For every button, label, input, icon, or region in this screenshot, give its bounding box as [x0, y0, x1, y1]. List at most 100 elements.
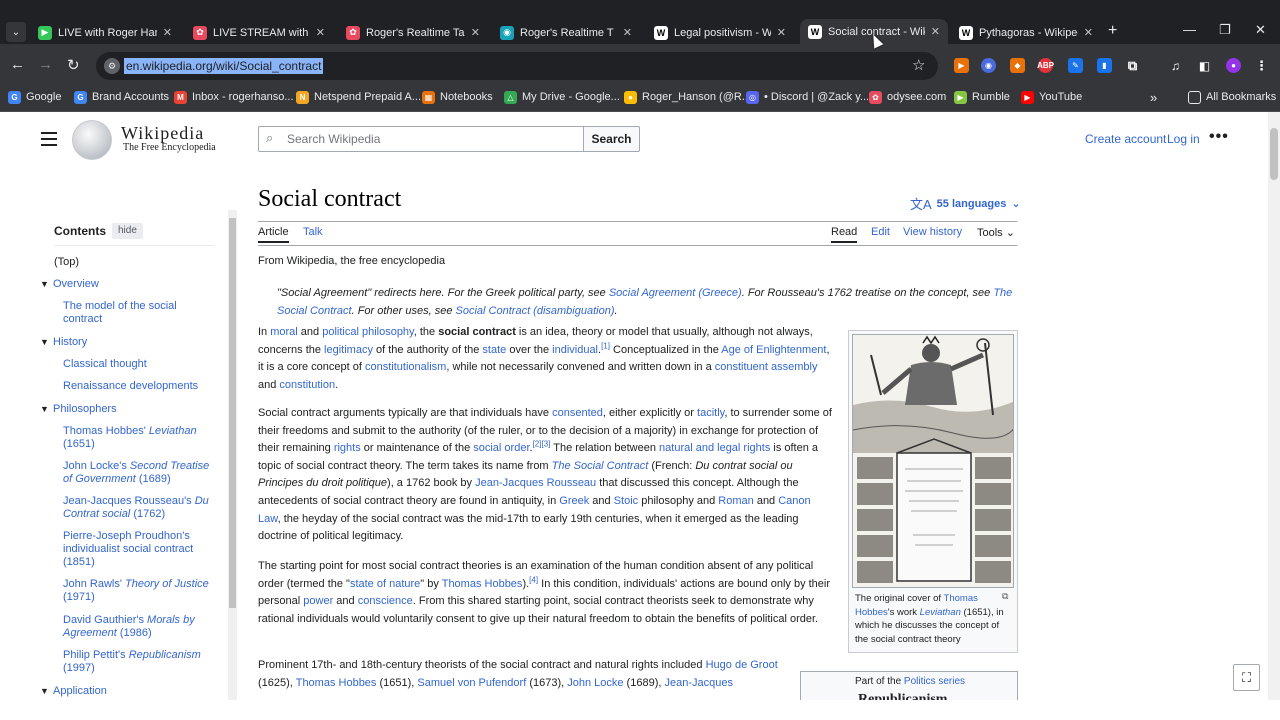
- bookmark-item[interactable]: ▦ Notebooks: [422, 89, 493, 105]
- link[interactable]: consented: [552, 407, 603, 419]
- chevron-down-icon[interactable]: ▼: [40, 279, 53, 289]
- link[interactable]: Roman: [718, 495, 753, 507]
- site-info-icon[interactable]: ⚙: [104, 58, 120, 74]
- link[interactable]: Leviathan: [920, 607, 961, 618]
- toc-section[interactable]: ▼ Overview: [40, 278, 99, 290]
- toc-item[interactable]: Philip Pettit's Republicanism (1997): [63, 649, 215, 675]
- bookmarks-overflow-icon[interactable]: »: [1150, 89, 1157, 105]
- link[interactable]: rights: [334, 442, 361, 454]
- bookmark-item[interactable]: △ My Drive - Google...: [504, 89, 620, 105]
- link[interactable]: state: [482, 344, 506, 356]
- tab-search-chevron-icon[interactable]: ⌄: [6, 22, 26, 42]
- bookmark-item[interactable]: ◎ • Discord | @Zack y...: [746, 89, 869, 105]
- link[interactable]: individual: [552, 344, 598, 356]
- link[interactable]: Age of Enlightenment: [721, 344, 826, 356]
- bookmark-item[interactable]: G Google: [8, 89, 61, 105]
- link[interactable]: Social Agreement (Greece): [609, 287, 742, 299]
- toc-item[interactable]: Renaissance developments: [63, 380, 215, 393]
- toc-item[interactable]: Pierre-Joseph Proudhon's individualist s…: [63, 530, 215, 569]
- link[interactable]: Jean-Jacques: [664, 677, 733, 689]
- link[interactable]: power: [303, 595, 333, 607]
- browser-tab[interactable]: ✿ Roger's Realtime Talks ✕: [338, 21, 488, 44]
- personal-tools-menu-icon[interactable]: •••: [1209, 128, 1229, 146]
- browser-tab[interactable]: W Pythagoras - Wikipedia ✕: [951, 21, 1101, 44]
- link[interactable]: conscience: [358, 595, 413, 607]
- close-window-icon[interactable]: ✕: [1255, 22, 1266, 38]
- log-in-link[interactable]: Log in: [1167, 132, 1200, 146]
- close-tab-icon[interactable]: ✕: [471, 26, 480, 39]
- search-input[interactable]: [287, 131, 577, 147]
- close-tab-icon[interactable]: ✕: [931, 25, 940, 38]
- link[interactable]: social order: [473, 442, 529, 454]
- toc-section[interactable]: ▼ Application: [40, 685, 107, 697]
- link[interactable]: John Locke: [567, 677, 623, 689]
- fullscreen-icon[interactable]: ⛶: [1233, 664, 1260, 691]
- adblock-icon[interactable]: ABP: [1037, 58, 1054, 73]
- bookmark-item[interactable]: ▶ YouTube: [1021, 89, 1082, 105]
- bookmark-item[interactable]: ▶ Rumble: [954, 89, 1010, 105]
- browser-tab[interactable]: ▶ LIVE with Roger Hanso ✕: [30, 21, 180, 44]
- extension-icon[interactable]: ✎: [1068, 58, 1083, 73]
- restore-icon[interactable]: ❐: [1219, 22, 1231, 38]
- toc-item-top[interactable]: (Top): [54, 256, 79, 268]
- media-control-icon[interactable]: ♫: [1168, 58, 1183, 73]
- wikipedia-wordmark[interactable]: Wikipedia: [121, 123, 204, 144]
- extensions-puzzle-icon[interactable]: ⧉: [1125, 58, 1140, 73]
- minimize-icon[interactable]: —: [1183, 22, 1196, 37]
- all-bookmarks[interactable]: All Bookmarks: [1188, 89, 1276, 105]
- create-account-link[interactable]: Create account: [1085, 132, 1166, 146]
- tab-edit[interactable]: Edit: [871, 226, 890, 238]
- extension-icon[interactable]: ▶: [954, 58, 969, 73]
- bookmark-item[interactable]: G Brand Accounts: [74, 89, 169, 105]
- link[interactable]: political philosophy: [322, 326, 414, 338]
- close-tab-icon[interactable]: ✕: [777, 26, 786, 39]
- browser-tab[interactable]: W Legal positivism - Wiki ✕: [646, 21, 794, 44]
- link[interactable]: moral: [270, 326, 298, 338]
- forward-arrow-icon[interactable]: →: [38, 56, 53, 73]
- extension-icon[interactable]: ▮: [1097, 58, 1112, 73]
- tab-view-history[interactable]: View history: [903, 226, 962, 238]
- leviathan-cover-image[interactable]: [852, 334, 1014, 588]
- chevron-down-icon[interactable]: ▼: [40, 686, 53, 696]
- page-scrollbar[interactable]: [1268, 112, 1280, 700]
- tab-read[interactable]: Read: [831, 226, 858, 243]
- bookmark-item[interactable]: M Inbox - rogerhanso...: [174, 89, 294, 105]
- link[interactable]: Jean-Jacques Rousseau: [475, 477, 596, 489]
- link[interactable]: tacitly: [697, 407, 724, 419]
- back-arrow-icon[interactable]: ←: [10, 56, 25, 73]
- browser-menu-icon[interactable]: ⋮: [1254, 58, 1269, 73]
- link[interactable]: constituent assembly: [715, 361, 818, 373]
- toc-item[interactable]: Jean-Jacques Rousseau's Du Contrat socia…: [63, 495, 215, 521]
- url-text[interactable]: en.wikipedia.org/wiki/Social_contract: [124, 58, 324, 74]
- link[interactable]: natural and legal rights: [659, 442, 770, 454]
- close-tab-icon[interactable]: ✕: [623, 26, 632, 39]
- toc-section[interactable]: ▼ Philosophers: [40, 403, 117, 415]
- link[interactable]: Samuel von Pufendorf: [417, 677, 526, 689]
- link[interactable]: legitimacy: [324, 344, 373, 356]
- toc-item[interactable]: Classical thought: [63, 358, 215, 371]
- link[interactable]: Stoic: [614, 495, 638, 507]
- toc-item[interactable]: David Gauthier's Morals by Agreement (19…: [63, 614, 215, 640]
- side-panel-icon[interactable]: ◧: [1197, 58, 1212, 73]
- profile-avatar[interactable]: ●: [1226, 58, 1241, 73]
- search-button[interactable]: Search: [583, 126, 640, 152]
- language-selector[interactable]: 文A 55 languages ⌄: [910, 194, 1021, 213]
- link[interactable]: Thomas Hobbes: [442, 578, 523, 590]
- metamask-icon[interactable]: ◆: [1010, 58, 1025, 73]
- toc-section[interactable]: ▼ History: [40, 336, 87, 348]
- toc-hide-button[interactable]: hide: [112, 223, 143, 239]
- browser-tab[interactable]: ✿ LIVE STREAM with Rog ✕: [185, 21, 333, 44]
- link[interactable]: constitutionalism: [365, 361, 446, 373]
- close-tab-icon[interactable]: ✕: [163, 26, 172, 39]
- browser-tab[interactable]: ◉ Roger's Realtime T ✕: [492, 21, 640, 44]
- toc-scrollbar[interactable]: [228, 210, 237, 700]
- new-tab-plus-icon[interactable]: +: [1108, 22, 1117, 40]
- tab-talk[interactable]: Talk: [303, 226, 323, 238]
- toc-item[interactable]: The model of the social contract: [63, 300, 215, 326]
- toc-item[interactable]: John Locke's Second Treatise of Governme…: [63, 460, 215, 486]
- link[interactable]: Social Contract (disambiguation): [456, 305, 615, 317]
- extension-icon[interactable]: ◉: [981, 58, 996, 73]
- toc-item[interactable]: John Rawls' Theory of Justice (1971): [63, 578, 215, 604]
- chevron-down-icon[interactable]: ▼: [40, 404, 53, 414]
- bookmark-star-icon[interactable]: ☆: [912, 56, 925, 74]
